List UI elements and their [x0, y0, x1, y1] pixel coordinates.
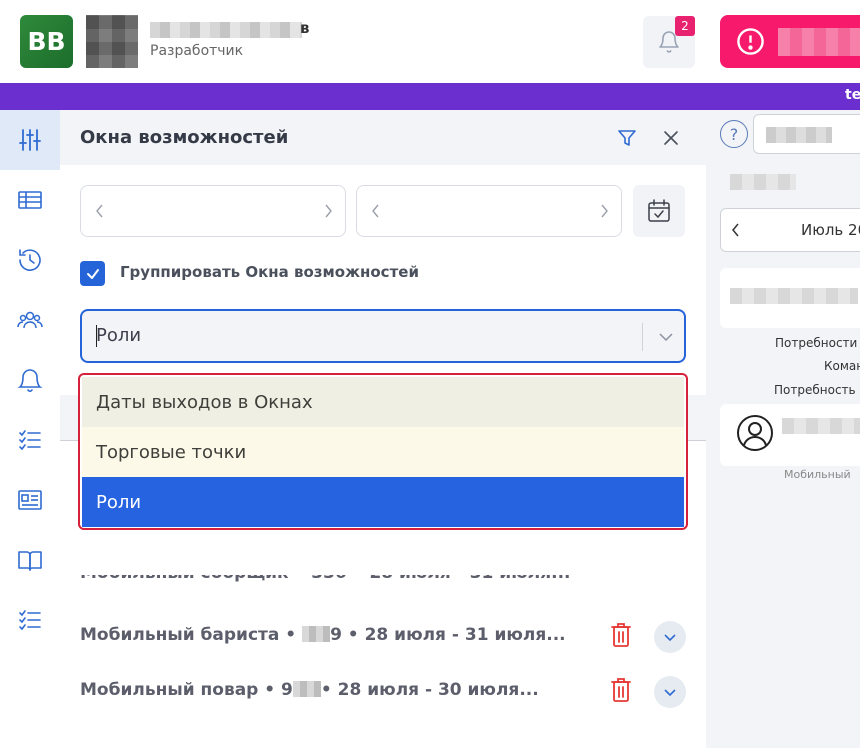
needs-label: Потребности — [775, 336, 858, 350]
sidebar-item-filters[interactable] — [0, 110, 60, 170]
alert-button[interactable] — [720, 15, 860, 68]
sidebar-item-checklists[interactable] — [0, 590, 60, 650]
username-suffix: в — [300, 19, 310, 37]
list-item[interactable]: Мобильный повар • 9 • 28 июля - 30 июля..… — [80, 672, 686, 712]
id-card-icon — [18, 490, 42, 510]
group-by-select-value: Роли — [96, 325, 142, 346]
sidebar-item-history[interactable] — [0, 230, 60, 290]
close-icon[interactable] — [660, 127, 682, 149]
opportunity-windows-panel: Окна возможностей Группировать Окна возм… — [60, 110, 706, 748]
checkmark-icon — [86, 268, 99, 279]
app-window: BB в Разработчик 2 te Окна возможностей … — [0, 0, 860, 748]
sidebar-item-team[interactable] — [0, 290, 60, 350]
team-label: Коман — [824, 359, 860, 373]
history-icon — [19, 249, 41, 271]
book-icon — [18, 551, 42, 571]
dropdown-option-roles[interactable]: Роли — [82, 477, 684, 527]
dropdown-option-outlets[interactable]: Торговые точки — [82, 427, 684, 477]
top-header: BB в Разработчик 2 — [0, 0, 860, 83]
month-navigator[interactable]: Июль 20 — [720, 208, 860, 252]
redacted-text — [782, 418, 860, 434]
chevron-left-icon[interactable] — [91, 202, 109, 220]
expand-button[interactable] — [654, 676, 686, 708]
app-logo[interactable]: BB — [20, 15, 73, 68]
calendar-button[interactable] — [633, 185, 685, 237]
chevron-down-icon[interactable] — [656, 327, 676, 347]
date-to-picker[interactable] — [356, 185, 622, 237]
date-from-picker[interactable] — [80, 185, 346, 237]
help-icon[interactable]: ? — [720, 120, 748, 148]
alert-text-redacted — [778, 28, 860, 56]
group-by-select[interactable]: Роли — [80, 309, 686, 363]
sidebar-item-tasks[interactable] — [0, 410, 60, 470]
users-icon — [17, 311, 43, 329]
sidebar-item-profiles[interactable] — [0, 470, 60, 530]
list-item[interactable]: Мобильный бариста • 9 • 28 июля - 31 июл… — [80, 617, 686, 657]
checklist-icon-2 — [19, 610, 41, 631]
chevron-right-icon[interactable] — [595, 202, 613, 220]
username-redacted — [150, 22, 302, 38]
panel-header: Окна возможностей — [60, 110, 706, 165]
user-role: Разработчик — [150, 43, 244, 59]
month-label: Июль 20 — [801, 221, 860, 239]
group-by-dropdown: Даты выходов в Окнах Торговые точки Роли — [78, 373, 688, 530]
sidebar-item-knowledge[interactable] — [0, 530, 60, 590]
redacted-text — [730, 288, 858, 304]
chevron-down-icon — [664, 689, 676, 697]
left-sidebar — [0, 110, 60, 748]
table-icon — [18, 191, 42, 209]
redacted-text — [292, 681, 321, 697]
person-subtitle: Мобильный — [784, 468, 851, 481]
right-summary-card — [720, 268, 860, 328]
environment-bar: te — [0, 83, 860, 110]
exclamation-circle-icon — [737, 28, 764, 55]
sidebar-item-table[interactable] — [0, 170, 60, 230]
environment-label: te — [845, 87, 860, 103]
text-cursor — [96, 325, 97, 347]
chevron-left-icon[interactable] — [367, 202, 385, 220]
panel-title: Окна возможностей — [80, 127, 289, 148]
redacted-text — [302, 626, 331, 642]
sliders-icon — [19, 129, 41, 151]
dropdown-option-exit-dates[interactable]: Даты выходов в Окнах — [82, 377, 684, 427]
group-checkbox-label[interactable]: Группировать Окна возможностей — [120, 263, 419, 281]
chevron-right-icon[interactable] — [319, 202, 337, 220]
right-search-input[interactable] — [753, 114, 860, 154]
right-card-header — [720, 164, 860, 210]
avatar[interactable] — [86, 15, 138, 68]
redacted-text — [730, 174, 796, 190]
user-avatar-icon — [737, 415, 773, 451]
redacted-text — [766, 127, 832, 143]
select-divider — [642, 323, 643, 351]
list-item-text: Мобильный бариста • 9 • 28 июля - 31 июл… — [80, 625, 566, 645]
sidebar-item-notifications[interactable] — [0, 350, 60, 410]
list-item-text: Мобильный сборщик • 336 • 28 июля - 31 и… — [80, 575, 571, 583]
list-item-partial[interactable]: Мобильный сборщик • 336 • 28 июля - 31 и… — [80, 575, 686, 595]
notification-count-badge: 2 — [675, 16, 695, 36]
group-checkbox[interactable] — [80, 261, 105, 286]
need-label: Потребность в — [774, 383, 860, 397]
trash-icon[interactable] — [609, 676, 633, 704]
chevron-left-icon[interactable] — [727, 221, 745, 239]
chevron-down-icon — [664, 634, 676, 642]
right-panel: ? Июль 20 Потребности Коман Потребность … — [706, 110, 860, 748]
trash-icon[interactable] — [609, 621, 633, 649]
checklist-icon — [19, 430, 41, 451]
list-item-text: Мобильный повар • 9 • 28 июля - 30 июля..… — [80, 680, 539, 700]
panel-body: Группировать Окна возможностей Роли Моби… — [60, 165, 706, 748]
calendar-check-icon — [648, 199, 670, 222]
filter-icon[interactable] — [616, 127, 638, 149]
bell-icon — [17, 369, 43, 392]
expand-button[interactable] — [654, 621, 686, 653]
